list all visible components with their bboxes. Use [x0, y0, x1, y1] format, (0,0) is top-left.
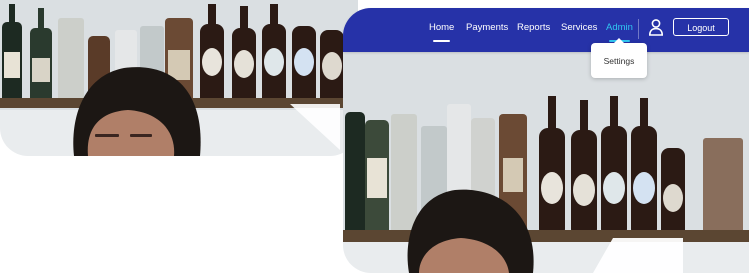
nav-divider [638, 19, 639, 39]
logout-button[interactable]: Logout [673, 18, 729, 36]
nav-admin[interactable]: Admin [606, 20, 633, 42]
top-navbar: Home Payments Reports Services Admin Log… [343, 8, 749, 52]
nav-reports[interactable]: Reports [517, 20, 550, 36]
admin-dropdown-menu: Settings [591, 38, 647, 78]
user-icon[interactable] [648, 18, 664, 36]
nav-home[interactable]: Home [429, 20, 454, 42]
bar-scene-illustration [0, 0, 358, 156]
menu-item-settings[interactable]: Settings [591, 54, 647, 68]
hero-photo-left [0, 0, 358, 156]
nav-payments[interactable]: Payments [466, 20, 508, 36]
nav-services[interactable]: Services [561, 20, 597, 36]
